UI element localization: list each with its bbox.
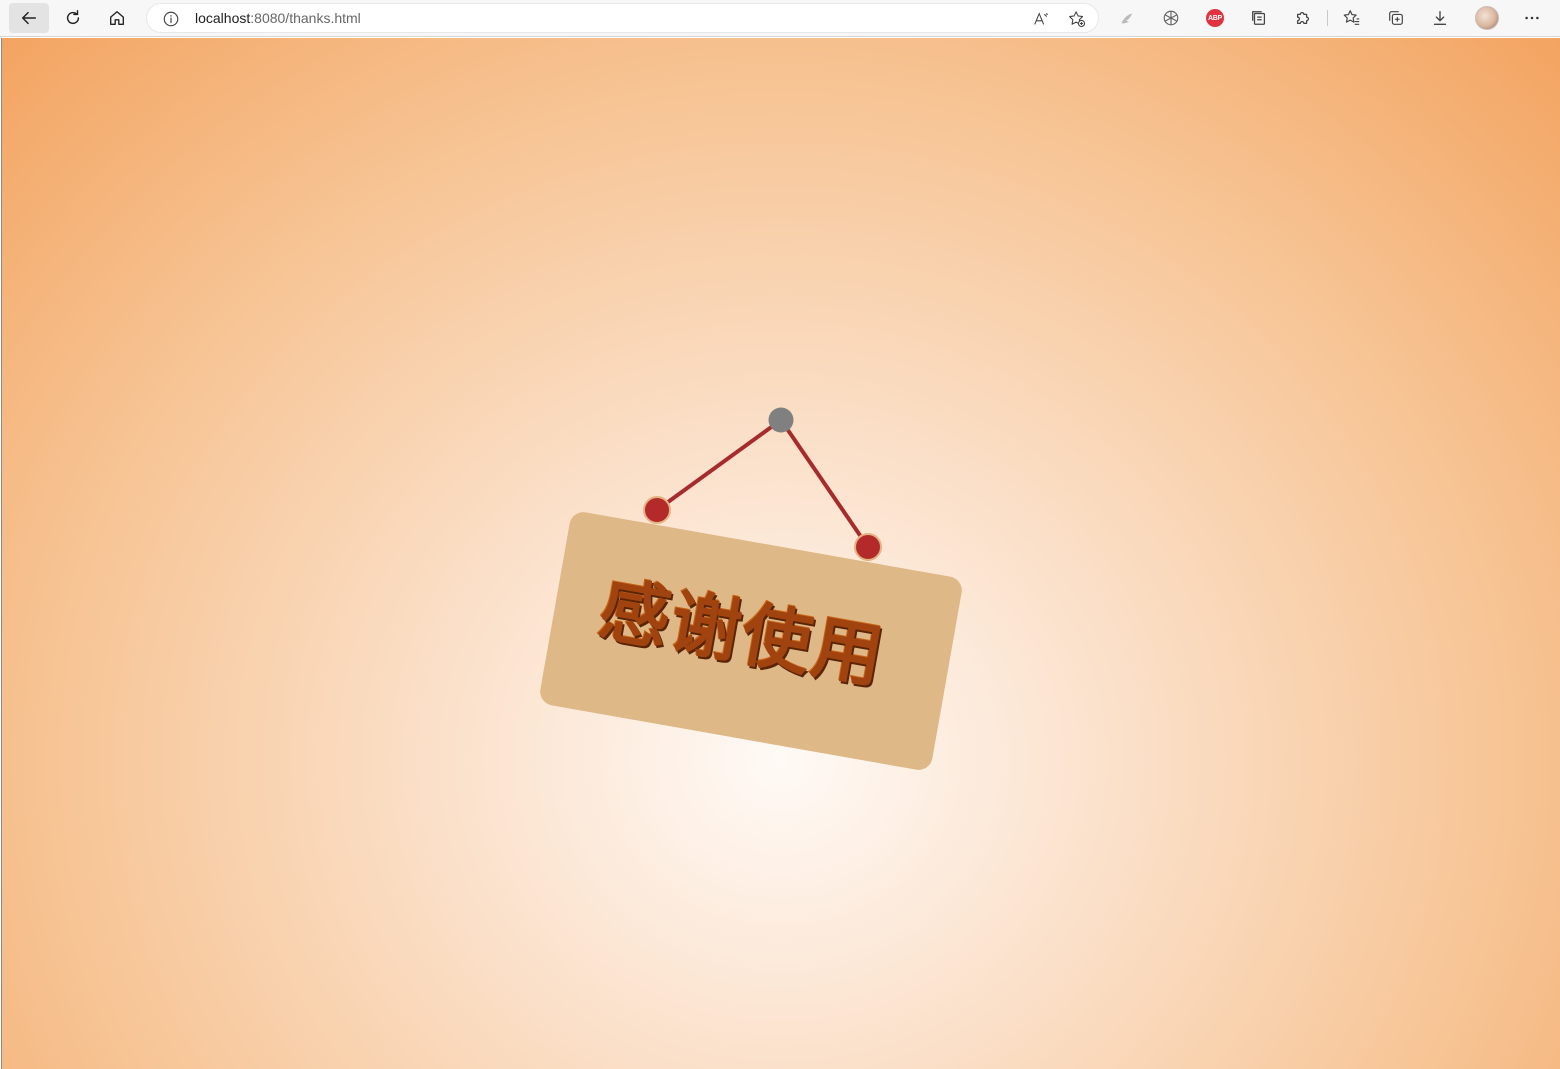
refresh-icon <box>66 10 80 25</box>
back-button[interactable] <box>9 3 49 33</box>
more-button[interactable] <box>1521 7 1543 29</box>
extensions-button[interactable] <box>1292 7 1314 29</box>
feather-icon <box>1121 13 1133 24</box>
download-icon <box>1433 11 1447 25</box>
favorites-icon <box>1343 10 1360 25</box>
feather-extension-button[interactable] <box>1116 7 1138 29</box>
copy-extension-button[interactable] <box>1248 7 1270 29</box>
page-background: 感谢使用 <box>1 38 1560 1069</box>
more-icon <box>1525 16 1539 20</box>
toolbar-divider <box>1327 10 1328 26</box>
back-arrow-icon <box>21 11 37 25</box>
url-host: localhost <box>195 10 251 26</box>
favorites-button[interactable] <box>1341 7 1363 29</box>
refresh-button[interactable] <box>53 3 93 33</box>
left-pin <box>643 496 671 524</box>
info-icon[interactable] <box>162 10 180 28</box>
downloads-button[interactable] <box>1429 7 1451 29</box>
browser-toolbar: localhost:8080/thanks.html ABP <box>0 0 1560 37</box>
home-icon <box>110 11 124 25</box>
hanging-string-right <box>779 418 870 549</box>
aperture-extension-button[interactable] <box>1160 7 1182 29</box>
address-bar[interactable]: localhost:8080/thanks.html <box>146 3 1099 33</box>
sign-hanger <box>643 407 882 561</box>
profile-avatar[interactable] <box>1475 6 1499 30</box>
right-pin <box>854 533 882 561</box>
home-button[interactable] <box>97 3 137 33</box>
adblock-plus-button[interactable]: ABP <box>1204 7 1226 29</box>
add-favorite-icon[interactable] <box>1067 9 1087 29</box>
collections-button[interactable] <box>1385 7 1407 29</box>
puzzle-icon <box>1296 11 1310 25</box>
read-aloud-icon[interactable] <box>1031 9 1051 29</box>
adblock-plus-icon: ABP <box>1206 9 1224 27</box>
collections-icon <box>1389 11 1403 25</box>
url-text[interactable]: localhost:8080/thanks.html <box>195 10 361 26</box>
aperture-icon <box>1163 10 1179 26</box>
nail <box>768 407 794 433</box>
url-path: :8080/thanks.html <box>250 10 361 26</box>
copy-icon <box>1252 11 1266 25</box>
hanging-string-left <box>655 418 783 512</box>
